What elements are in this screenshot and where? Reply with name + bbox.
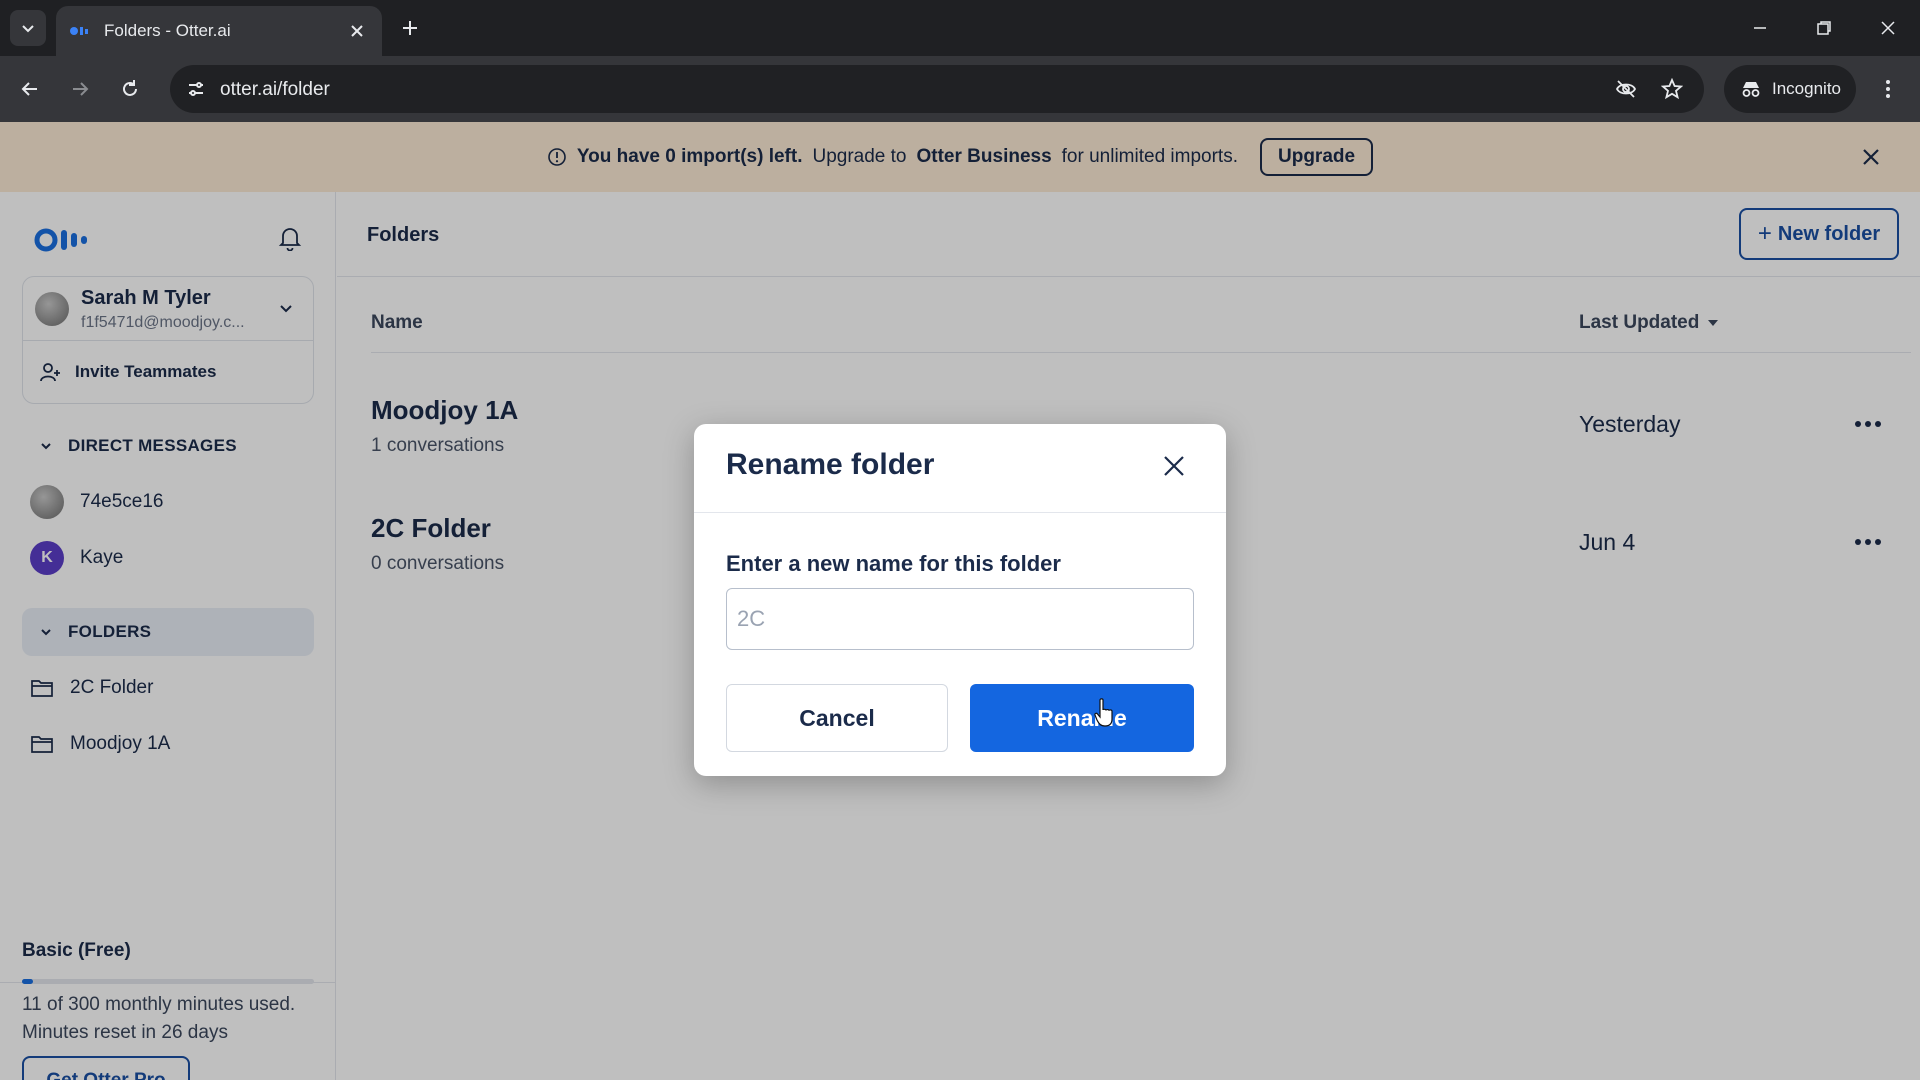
incognito-badge[interactable]: Incognito xyxy=(1724,65,1856,113)
browser-tab[interactable]: Folders - Otter.ai xyxy=(56,6,382,56)
otter-favicon-icon xyxy=(70,26,92,36)
forward-icon[interactable] xyxy=(64,73,96,105)
incognito-label: Incognito xyxy=(1772,79,1841,98)
minimize-icon[interactable] xyxy=(1740,10,1780,46)
reload-icon[interactable] xyxy=(114,73,146,105)
dialog-close-icon[interactable] xyxy=(1154,446,1194,486)
chevron-down-icon xyxy=(22,25,34,33)
new-tab-icon[interactable] xyxy=(396,14,424,42)
dialog-title: Rename folder xyxy=(726,448,935,481)
back-icon[interactable] xyxy=(14,73,46,105)
browser-menu-icon[interactable] xyxy=(1872,73,1904,105)
tab-title: Folders - Otter.ai xyxy=(104,21,231,40)
url-text: otter.ai/folder xyxy=(220,79,330,100)
browser-toolbar: otter.ai/folder Incognito xyxy=(0,56,1920,122)
tab-close-icon[interactable] xyxy=(346,20,368,42)
folder-name-label: Enter a new name for this folder xyxy=(726,551,1061,576)
tab-search-button[interactable] xyxy=(10,10,46,46)
mouse-pointer-icon xyxy=(1094,698,1113,727)
eye-off-icon[interactable] xyxy=(1610,73,1642,105)
incognito-icon xyxy=(1742,82,1760,97)
address-bar[interactable]: otter.ai/folder xyxy=(170,65,1704,113)
star-icon[interactable] xyxy=(1656,73,1688,105)
cancel-button[interactable]: Cancel xyxy=(726,684,948,752)
rename-folder-dialog: Rename folder Enter a new name for this … xyxy=(694,424,1226,776)
site-settings-icon[interactable] xyxy=(180,73,212,105)
rename-button[interactable]: Rename xyxy=(970,684,1194,752)
folder-name-input[interactable] xyxy=(726,588,1194,650)
restore-icon[interactable] xyxy=(1804,10,1844,46)
close-window-icon[interactable] xyxy=(1868,10,1908,46)
dialog-divider xyxy=(694,512,1226,513)
browser-tab-bar: Folders - Otter.ai xyxy=(0,0,1920,56)
